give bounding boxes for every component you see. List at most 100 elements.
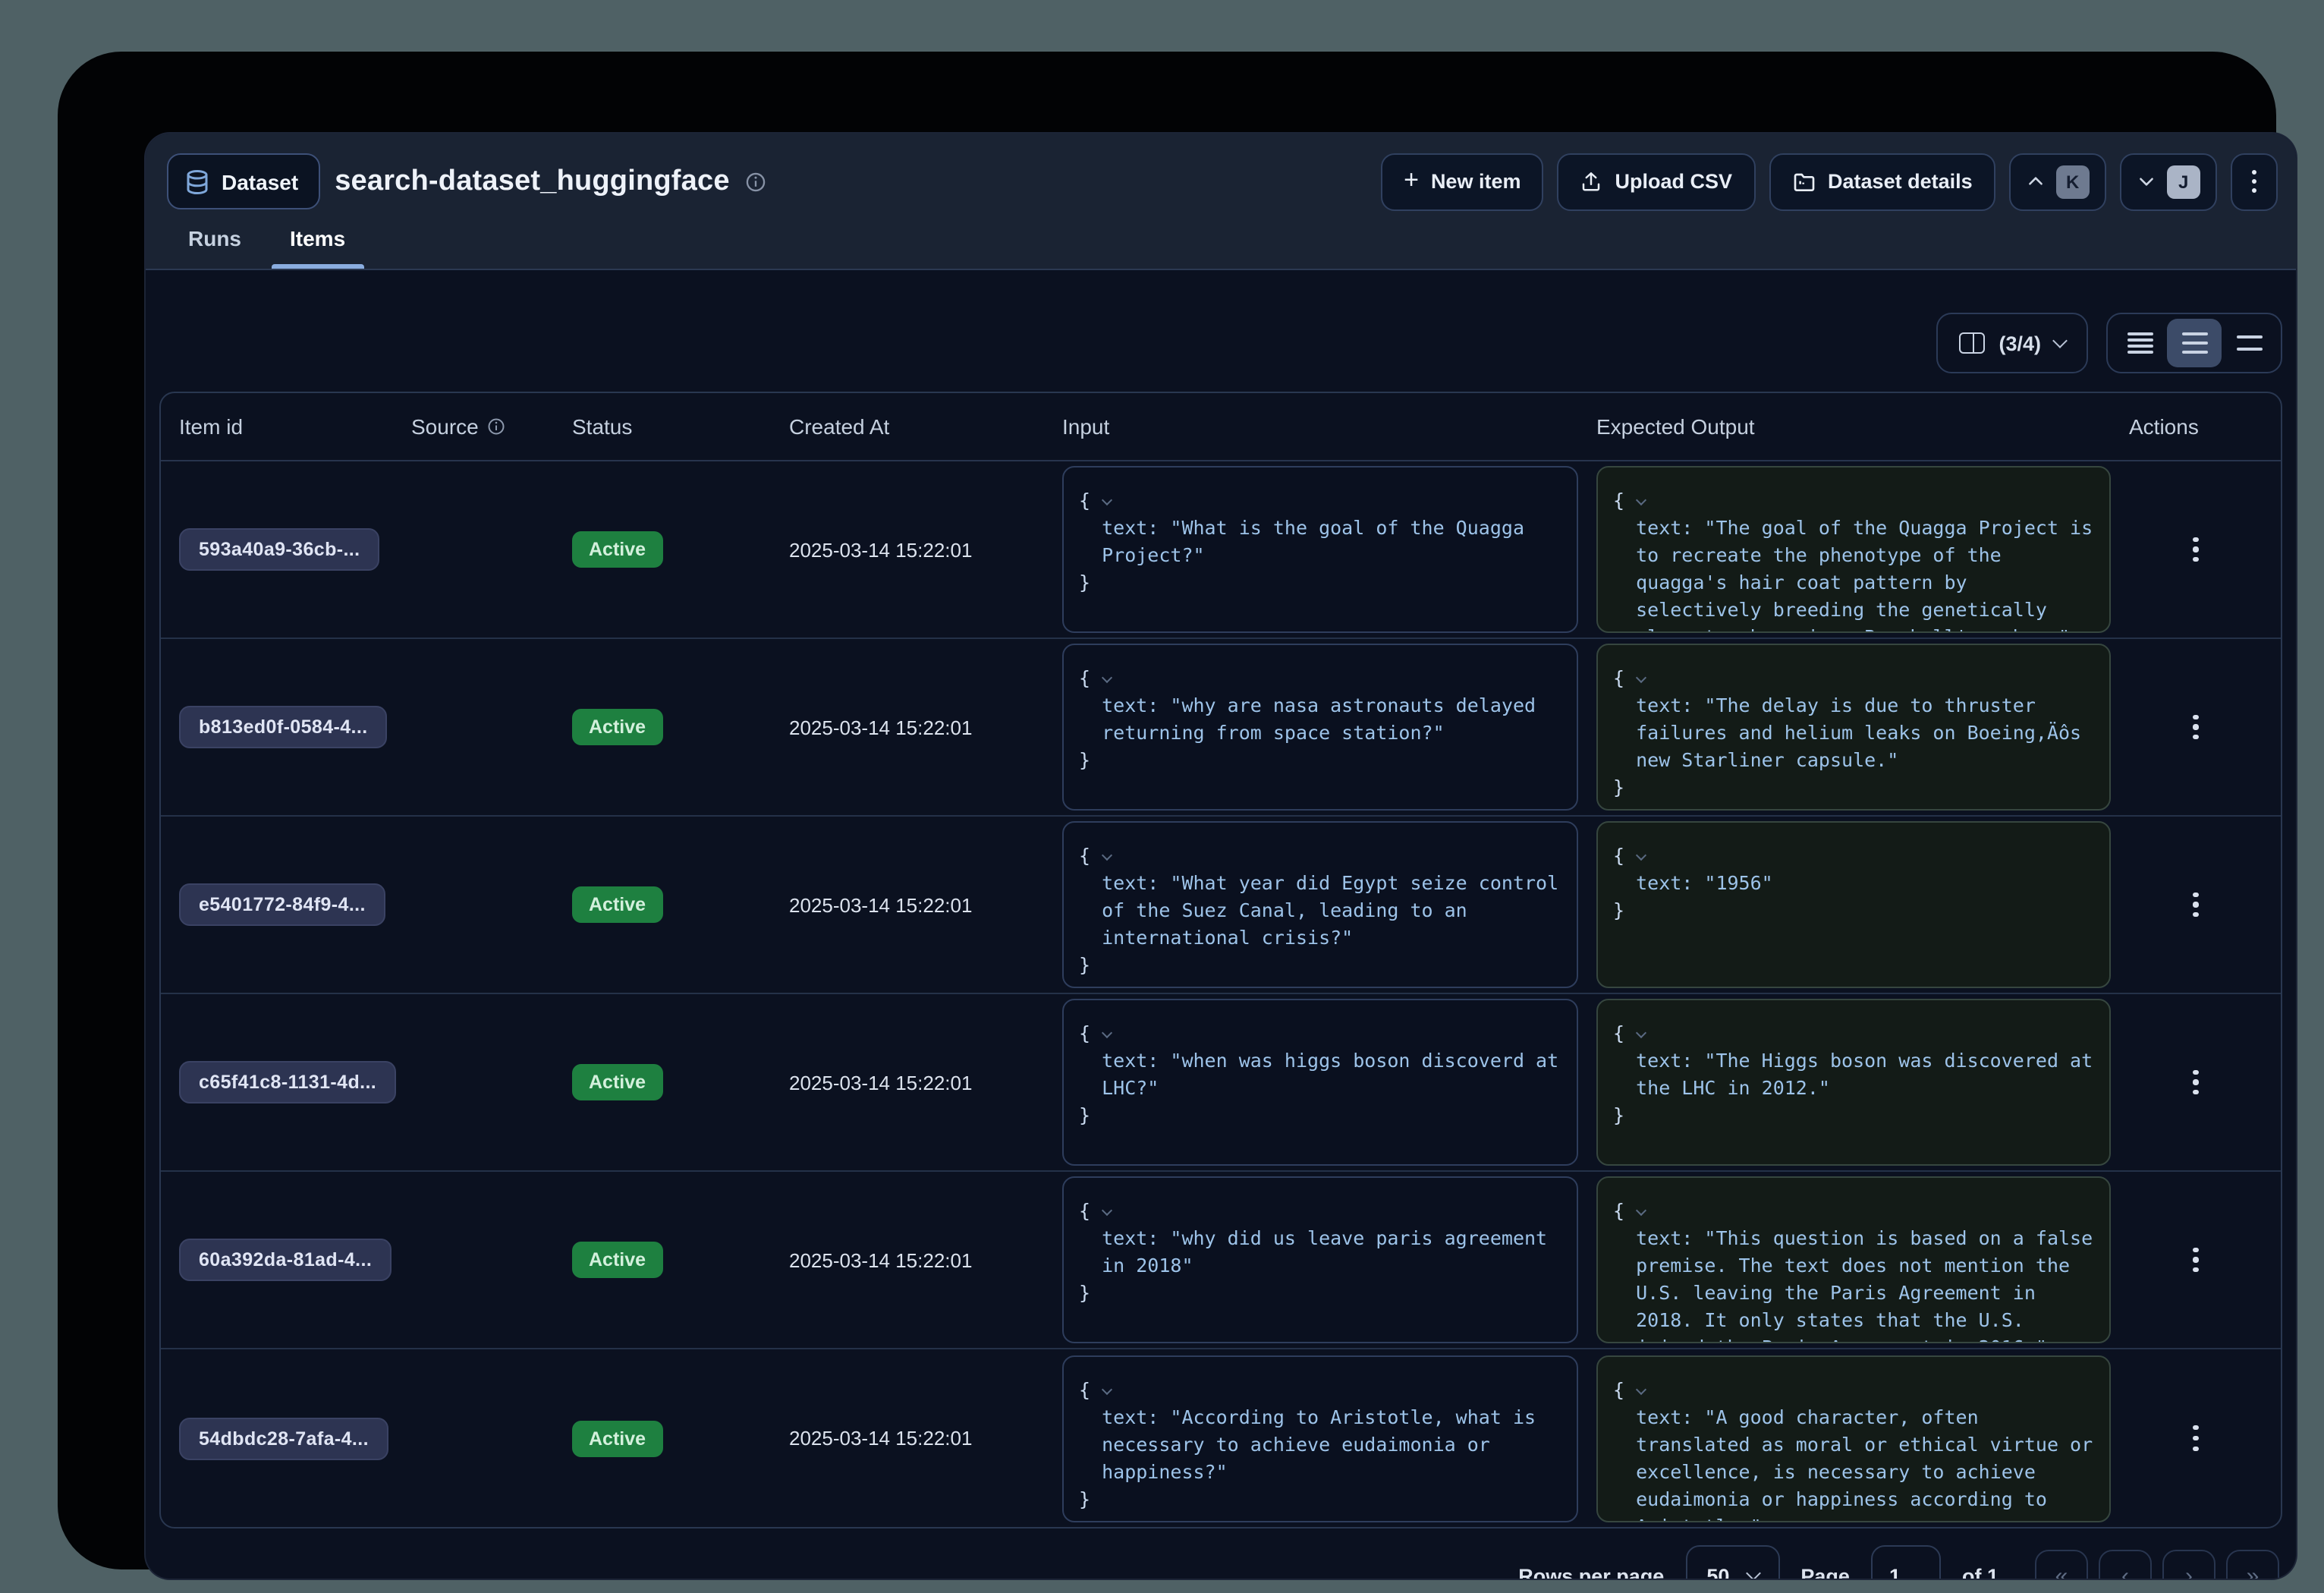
- expected-output-json-block[interactable]: { text: "A good character, often transla…: [1596, 1355, 2111, 1522]
- input-cell: { text: "According to Aristotle, what is…: [1044, 1355, 1578, 1522]
- last-page-button[interactable]: »: [2226, 1549, 2279, 1579]
- input-json-block[interactable]: { text: "why did us leave paris agreemen…: [1062, 1176, 1578, 1343]
- row-actions-menu-button[interactable]: [2181, 524, 2211, 575]
- expected-output-cell: { text: "A good character, often transla…: [1578, 1355, 2111, 1522]
- tab-items[interactable]: Items: [269, 226, 366, 269]
- col-header-created-at[interactable]: Created At: [771, 414, 1044, 439]
- col-header-source[interactable]: Source: [393, 414, 554, 439]
- expected-output-cell: { text: "The delay is due to thruster fa…: [1578, 644, 2111, 811]
- item-id-cell: 54dbdc28-7afa-4...: [161, 1417, 393, 1459]
- item-id-pill[interactable]: e5401772-84f9-4...: [179, 883, 385, 926]
- input-json-block[interactable]: { text: "What year did Egypt seize contr…: [1062, 821, 1578, 988]
- next-page-button[interactable]: ›: [2162, 1549, 2216, 1579]
- columns-count: (3/4): [1999, 332, 2041, 354]
- tab-bar: Runs Items: [167, 226, 366, 269]
- first-page-button[interactable]: «: [2035, 1549, 2088, 1579]
- collapse-chevron-icon[interactable]: [1635, 1205, 1646, 1216]
- expected-output-cell: { text: "The goal of the Quagga Project …: [1578, 466, 2111, 633]
- col-header-status[interactable]: Status: [554, 414, 771, 439]
- item-id-pill[interactable]: 593a40a9-36cb-...: [179, 528, 380, 571]
- item-id-cell: b813ed0f-0584-4...: [161, 706, 393, 748]
- density-compact-button[interactable]: [2112, 319, 2167, 367]
- col-header-item-id[interactable]: Item id: [161, 414, 393, 439]
- row-actions-menu-button[interactable]: [2181, 1235, 2211, 1285]
- source-info-icon: [488, 417, 506, 436]
- window-body: (3/4) Item id Source: [146, 313, 2296, 1579]
- keycap-k: K: [2056, 165, 2090, 198]
- expected-output-json-block[interactable]: { text: "The delay is due to thruster fa…: [1596, 644, 2111, 811]
- created-at-value: 2025-03-14 15:22:01: [771, 1071, 1044, 1094]
- status-cell: Active: [554, 1064, 771, 1100]
- collapse-chevron-icon[interactable]: [1101, 495, 1112, 505]
- input-json-block[interactable]: { text: "when was higgs boson discoverd …: [1062, 999, 1578, 1166]
- item-id-pill[interactable]: 60a392da-81ad-4...: [179, 1239, 392, 1281]
- collapse-chevron-icon[interactable]: [1101, 672, 1112, 683]
- expected-output-json-block[interactable]: { text: "The goal of the Quagga Project …: [1596, 466, 2111, 633]
- input-json-block[interactable]: { text: "According to Aristotle, what is…: [1062, 1355, 1578, 1522]
- upload-csv-button[interactable]: Upload CSV: [1558, 153, 1756, 210]
- kebab-icon: [2252, 169, 2256, 193]
- input-json-block[interactable]: { text: "What is the goal of the Quagga …: [1062, 466, 1578, 633]
- input-cell: { text: "why did us leave paris agreemen…: [1044, 1176, 1578, 1343]
- collapse-chevron-icon[interactable]: [1635, 1384, 1646, 1394]
- rows-per-page-select[interactable]: 50: [1685, 1545, 1779, 1579]
- expected-output-cell: { text: "1956" }: [1578, 821, 2111, 988]
- table-toolbar: (3/4): [159, 313, 2282, 373]
- tab-runs[interactable]: Runs: [167, 226, 263, 269]
- chevron-down-icon: [2137, 172, 2156, 191]
- table-row: b813ed0f-0584-4... Active 2025-03-14 15:…: [161, 639, 2281, 817]
- table-rows: 593a40a9-36cb-... Active 2025-03-14 15:2…: [161, 461, 2281, 1527]
- actions-cell: [2111, 524, 2281, 575]
- previous-page-button[interactable]: ‹: [2099, 1549, 2152, 1579]
- collapse-chevron-icon[interactable]: [1101, 1205, 1112, 1216]
- created-at-value: 2025-03-14 15:22:01: [771, 893, 1044, 916]
- header-actions: + New item Upload CSV: [1381, 153, 2278, 210]
- status-badge: Active: [572, 531, 662, 568]
- collapse-chevron-icon[interactable]: [1635, 1028, 1646, 1038]
- collapse-chevron-icon[interactable]: [1635, 672, 1646, 683]
- expected-output-cell: { text: "This question is based on a fal…: [1578, 1176, 2111, 1343]
- status-badge: Active: [572, 1420, 662, 1456]
- item-id-pill[interactable]: 54dbdc28-7afa-4...: [179, 1417, 388, 1459]
- row-actions-menu-button[interactable]: [2181, 1413, 2211, 1463]
- new-item-button[interactable]: + New item: [1381, 153, 1543, 210]
- col-header-input[interactable]: Input: [1044, 414, 1578, 439]
- collapse-chevron-icon[interactable]: [1101, 850, 1112, 861]
- pager-buttons: « ‹ › »: [2035, 1549, 2279, 1579]
- dataset-details-button[interactable]: Dataset details: [1769, 153, 1995, 210]
- input-cell: { text: "why are nasa astronauts delayed…: [1044, 644, 1578, 811]
- status-cell: Active: [554, 1420, 771, 1456]
- input-cell: { text: "when was higgs boson discoverd …: [1044, 999, 1578, 1166]
- items-table: Item id Source Status Created At Input: [159, 392, 2282, 1528]
- row-actions-menu-button[interactable]: [2181, 880, 2211, 930]
- table-header-row: Item id Source Status Created At Input: [161, 393, 2281, 461]
- title-info-icon[interactable]: [745, 171, 766, 192]
- col-header-expected-output[interactable]: Expected Output: [1578, 414, 2111, 439]
- row-actions-menu-button[interactable]: [2181, 1057, 2211, 1107]
- status-badge: Active: [572, 709, 662, 745]
- expected-output-json-block[interactable]: { text: "The Higgs boson was discovered …: [1596, 999, 2111, 1166]
- input-cell: { text: "What is the goal of the Quagga …: [1044, 466, 1578, 633]
- item-id-pill[interactable]: b813ed0f-0584-4...: [179, 706, 388, 748]
- input-json-block[interactable]: { text: "why are nasa astronauts delayed…: [1062, 644, 1578, 811]
- page-number-input[interactable]: [1871, 1545, 1941, 1579]
- expected-output-json-block[interactable]: { text: "1956" }: [1596, 821, 2111, 988]
- table-row: 593a40a9-36cb-... Active 2025-03-14 15:2…: [161, 461, 2281, 639]
- column-visibility-button[interactable]: (3/4): [1936, 313, 2088, 373]
- density-tall-button[interactable]: [2222, 319, 2276, 367]
- header-overflow-menu-button[interactable]: [2231, 153, 2278, 210]
- expected-output-json-block[interactable]: { text: "This question is based on a fal…: [1596, 1176, 2111, 1343]
- row-actions-menu-button[interactable]: [2181, 702, 2211, 752]
- actions-cell: [2111, 880, 2281, 930]
- collapse-chevron-icon[interactable]: [1635, 495, 1646, 505]
- keycap-j: J: [2167, 165, 2200, 198]
- item-id-pill[interactable]: c65f41c8-1131-4d...: [179, 1061, 396, 1103]
- next-item-shortcut-button[interactable]: J: [2120, 153, 2217, 210]
- density-medium-button[interactable]: [2167, 319, 2222, 367]
- previous-item-shortcut-button[interactable]: K: [2009, 153, 2106, 210]
- collapse-chevron-icon[interactable]: [1101, 1028, 1112, 1038]
- collapse-chevron-icon[interactable]: [1101, 1384, 1112, 1394]
- table-row: e5401772-84f9-4... Active 2025-03-14 15:…: [161, 817, 2281, 994]
- collapse-chevron-icon[interactable]: [1635, 850, 1646, 861]
- row-density-toggle: [2106, 313, 2282, 373]
